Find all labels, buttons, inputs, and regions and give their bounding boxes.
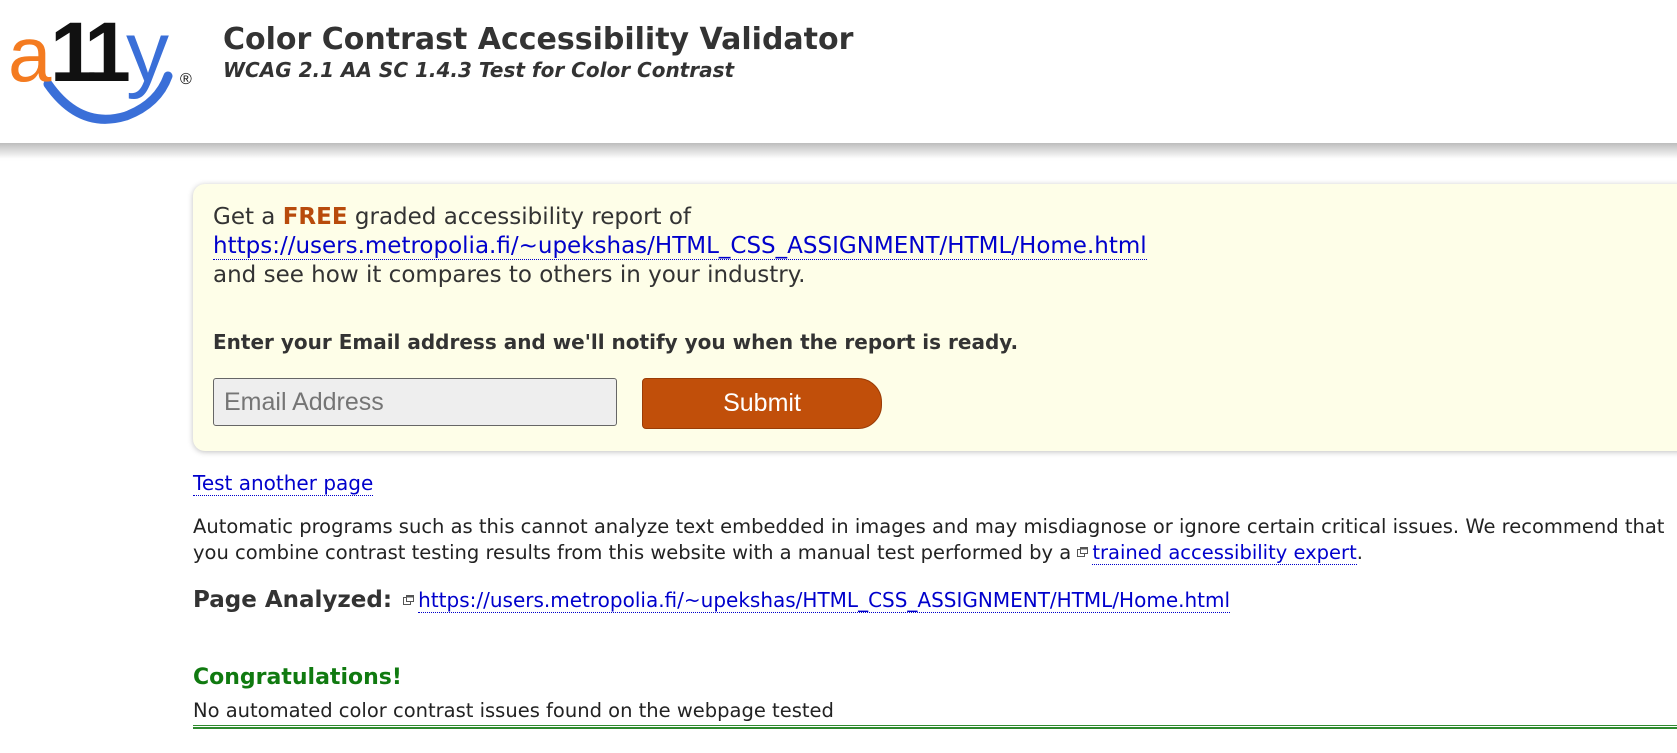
page-analyzed-label: Page Analyzed: — [193, 587, 393, 613]
logo-letter-a: a — [8, 10, 52, 98]
result-title: Congratulations! — [193, 665, 402, 690]
free-highlight: FREE — [282, 204, 348, 230]
promo-graded-text: graded accessibility report of — [347, 204, 692, 230]
trained-expert-link[interactable]: trained accessibility expert — [1092, 541, 1357, 565]
page-analyzed-url-link[interactable]: https://users.metropolia.fi/~upekshas/HT… — [418, 588, 1231, 613]
logo-registered-mark: ® — [180, 71, 192, 88]
external-link-icon — [1077, 539, 1089, 557]
a11y-logo[interactable]: a 11 y ® — [8, 6, 198, 128]
logo-digits-11: 11 — [50, 6, 129, 99]
submit-button[interactable]: Submit — [642, 378, 882, 429]
site-title: Color Contrast Accessibility Validator — [223, 22, 854, 57]
disclaimer-period: . — [1356, 541, 1363, 564]
promo-compare-text: and see how it compares to others in you… — [213, 262, 806, 288]
disclaimer-text: Automatic programs such as this cannot a… — [193, 515, 1673, 565]
promo-url-link[interactable]: https://users.metropolia.fi/~upekshas/HT… — [213, 233, 1147, 260]
external-link-icon — [403, 590, 415, 605]
notify-instructions: Enter your Email address and we'll notif… — [213, 330, 1019, 354]
email-input[interactable] — [213, 378, 617, 426]
promo-get-a: Get a — [213, 204, 283, 230]
site-header: a 11 y ® Color Contrast Accessibility Va… — [0, 0, 1677, 143]
result-divider — [193, 725, 1677, 729]
result-message: No automated color contrast issues found… — [193, 699, 834, 722]
promo-headline: Get a FREE graded accessibility report o… — [213, 204, 691, 230]
page-analyzed-row: Page Analyzed: https://users.metropolia.… — [193, 587, 1231, 613]
disclaimer-body: Automatic programs such as this cannot a… — [193, 515, 1665, 564]
free-report-panel: Get a FREE graded accessibility report o… — [193, 184, 1677, 451]
logo-letter-y: y — [126, 6, 169, 100]
site-subtitle: WCAG 2.1 AA SC 1.4.3 Test for Color Cont… — [223, 58, 735, 82]
promo-url-line: https://users.metropolia.fi/~upekshas/HT… — [213, 233, 1147, 260]
header-shadow — [0, 143, 1677, 159]
test-another-page-link[interactable]: Test another page — [193, 471, 374, 496]
